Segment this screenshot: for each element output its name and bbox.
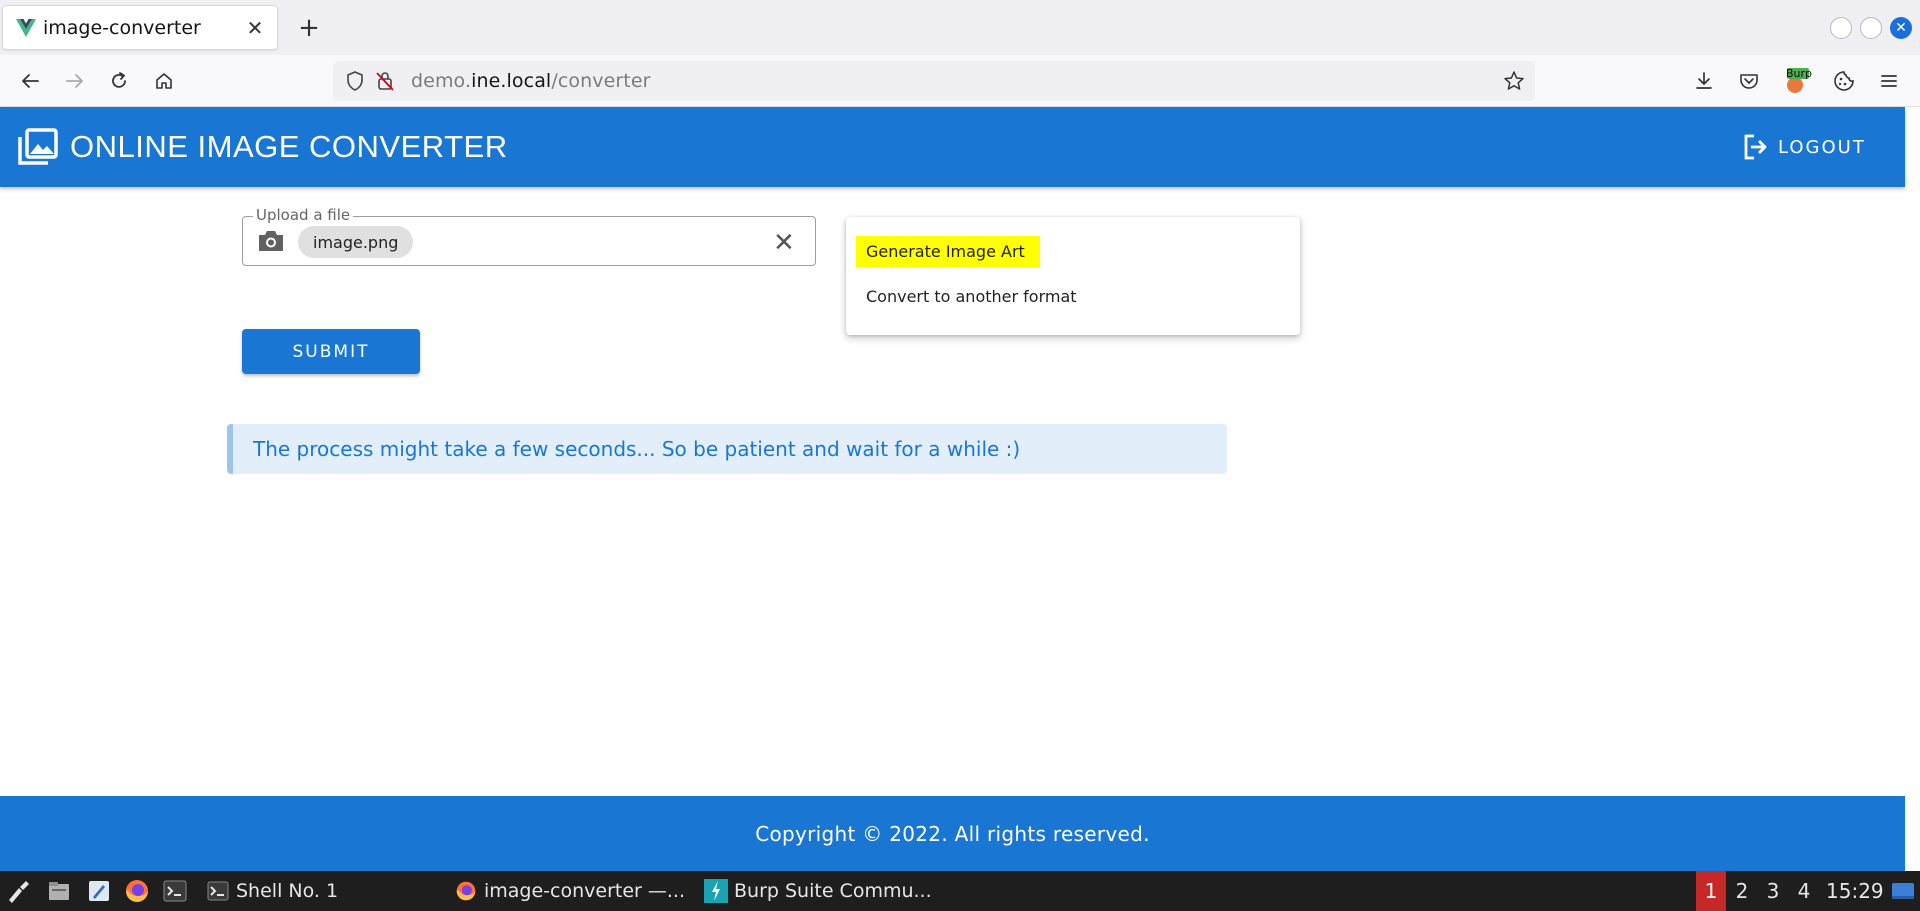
app-launcher-icon[interactable] (6, 878, 32, 904)
app-footer: Copyright © 2022. All rights reserved. (0, 796, 1905, 871)
browser-tab[interactable]: image-converter ✕ (2, 5, 278, 50)
shield-icon[interactable] (345, 70, 365, 96)
menu-hamburger-icon[interactable] (1873, 65, 1905, 97)
app-header: ONLINE IMAGE CONVERTER LOGOUT (0, 107, 1905, 187)
task-burp-suite-label: Burp Suite Commu... (734, 880, 932, 902)
home-icon[interactable] (148, 65, 180, 97)
logout-icon (1744, 134, 1767, 160)
clear-file-icon[interactable]: ✕ (773, 228, 795, 258)
task-image-converter-label: image-converter —... (484, 880, 686, 902)
cookie-icon[interactable] (1828, 65, 1860, 97)
task-shell-label: Shell No. 1 (236, 880, 339, 902)
footer-text: Copyright © 2022. All rights reserved. (755, 821, 1150, 846)
image-gallery-icon (18, 127, 58, 167)
downloads-icon[interactable] (1688, 65, 1720, 97)
menu-item-convert-format[interactable]: Convert to another format (866, 287, 1077, 306)
terminal-icon[interactable] (162, 878, 188, 904)
browser-tab-bar: image-converter ✕ + ✕ (0, 0, 1920, 55)
tab-close-icon[interactable]: ✕ (241, 14, 269, 42)
task-image-converter[interactable]: image-converter —... (454, 871, 685, 911)
pocket-icon[interactable] (1733, 65, 1765, 97)
page-title: ONLINE IMAGE CONVERTER (70, 129, 508, 164)
task-burp-suite[interactable]: Burp Suite Commu... (704, 871, 932, 911)
burp-extension-icon[interactable]: Burp (1780, 65, 1812, 97)
workspace-2[interactable]: 2 (1727, 871, 1757, 911)
logout-button[interactable]: LOGOUT (1742, 129, 1866, 165)
url-domain: ine.local (471, 70, 552, 92)
terminal-icon (206, 879, 230, 903)
firefox-icon (454, 879, 478, 903)
burp-suite-icon (704, 879, 728, 903)
maximize-window-button[interactable] (1860, 17, 1882, 39)
task-shell[interactable]: Shell No. 1 (206, 871, 338, 911)
url-prefix: demo. (411, 70, 472, 92)
alert-text: The process might take a few seconds... … (253, 437, 1021, 461)
close-window-button[interactable]: ✕ (1890, 17, 1912, 39)
burp-badge: Burp (1786, 67, 1813, 80)
camera-icon[interactable] (257, 229, 285, 257)
browser-nav-bar: demo.ine.local/converter Burp (0, 55, 1920, 107)
back-icon[interactable] (14, 65, 46, 97)
file-chip: image.png (298, 226, 414, 258)
vue-favicon-icon (15, 17, 37, 39)
forward-icon[interactable] (59, 65, 91, 97)
bookmark-star-icon[interactable] (1503, 70, 1525, 96)
logout-label: LOGOUT (1778, 136, 1866, 158)
text-editor-icon[interactable] (86, 878, 112, 904)
url-bar[interactable]: demo.ine.local/converter (333, 61, 1535, 101)
menu-item-generate-image-art[interactable]: Generate Image Art (856, 236, 1040, 267)
workspace-1[interactable]: 1 (1696, 871, 1726, 911)
insecure-lock-icon[interactable] (375, 70, 395, 96)
info-alert: The process might take a few seconds... … (227, 424, 1227, 474)
url-text[interactable]: demo.ine.local/converter (411, 70, 651, 92)
conversion-options-menu: Generate Image Art Convert to another fo… (846, 217, 1300, 335)
submit-button[interactable]: SUBMIT (242, 329, 420, 374)
reload-icon[interactable] (103, 65, 135, 97)
upload-legend: Upload a file (253, 206, 354, 224)
os-taskbar: Shell No. 1 image-converter —... Burp Su… (0, 871, 1920, 911)
show-desktop-icon[interactable] (1890, 878, 1916, 904)
url-path: /converter (551, 70, 651, 92)
clock: 15:29 (1826, 879, 1884, 903)
file-manager-icon[interactable] (46, 878, 72, 904)
new-tab-button[interactable]: + (292, 12, 326, 44)
workspace-3[interactable]: 3 (1758, 871, 1788, 911)
firefox-icon[interactable] (124, 878, 150, 904)
minimize-window-button[interactable] (1830, 17, 1852, 39)
workspace-4[interactable]: 4 (1789, 871, 1819, 911)
tab-title: image-converter (43, 16, 201, 39)
file-upload-field[interactable]: Upload a file image.png ✕ (242, 206, 816, 266)
